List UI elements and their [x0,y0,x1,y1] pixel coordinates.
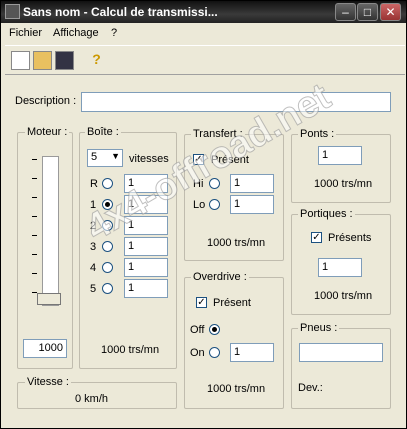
boite-result: 1000 trs/mn [101,344,160,356]
ponts-group [291,134,391,203]
portiques-result: 1000 trs/mn [314,290,373,302]
boite-label: Boîte : [85,126,121,138]
overdrive-off-radio[interactable] [209,324,220,335]
overdrive-result: 1000 trs/mn [207,383,266,395]
overdrive-label: Overdrive : [191,271,249,283]
pneus-label: Pneus : [298,322,340,334]
app-icon [5,4,20,19]
transfert-present-label: Présent [211,154,249,166]
gear-label-3: 3 [90,241,97,253]
close-button[interactable]: ✕ [380,3,401,21]
title-bar[interactable]: Sans nom - Calcul de transmissi... – □ ✕ [1,1,406,23]
description-input[interactable] [81,92,391,112]
transfert-hi-input[interactable]: 1 [230,174,274,193]
gear-radio-2[interactable] [102,220,113,231]
new-file-icon[interactable] [11,51,30,70]
gear-input-3[interactable]: 1 [124,237,168,256]
ponts-result: 1000 trs/mn [314,178,373,190]
maximize-button[interactable]: □ [357,3,378,21]
menu-fichier[interactable]: Fichier [9,27,42,39]
overdrive-on-label: On [190,347,205,359]
vitesse-value: 0 km/h [75,393,109,405]
portiques-present-checkbox[interactable]: ✓ [311,232,322,243]
gear-radio-4[interactable] [102,262,113,273]
gear-radio-5[interactable] [102,283,113,294]
chevron-down-icon: ▼ [111,151,120,161]
gear-label-r: R [90,178,98,190]
pneus-group [291,328,391,409]
gear-input-1[interactable]: 1 [124,195,168,214]
overdrive-present-label: Présent [213,297,251,309]
menu-affichage[interactable]: Affichage [53,27,99,39]
portiques-input[interactable]: 1 [318,258,362,277]
transfert-label: Transfert : [191,128,245,140]
transfert-hi-radio[interactable] [209,178,220,189]
overdrive-on-input[interactable]: 1 [230,343,274,362]
gear-input-2[interactable]: 1 [124,216,168,235]
open-folder-icon[interactable] [33,51,52,70]
vitesses-value: 5 [91,151,98,163]
menu-bar: Fichier Affichage ? [1,23,406,43]
pneus-dev-label: Dev.: [298,382,323,394]
ponts-label: Ponts : [298,128,337,140]
moteur-slider-thumb[interactable] [37,293,61,305]
window-title: Sans nom - Calcul de transmissi... [23,5,218,19]
vitesses-label: vitesses [129,153,169,165]
gear-input-4[interactable]: 1 [124,258,168,277]
slider-ticks [32,159,37,309]
overdrive-present-checkbox[interactable]: ✓ [196,297,207,308]
transfert-present-checkbox[interactable]: ✓ [193,154,204,165]
vitesses-select[interactable]: 5 ▼ [87,149,123,167]
gear-input-5[interactable]: 1 [124,279,168,298]
gear-radio-1[interactable] [102,199,113,210]
moteur-input[interactable]: 1000 [23,339,67,358]
minimize-button[interactable]: – [335,3,356,21]
description-label: Description : [15,95,77,107]
pneus-input[interactable] [299,343,383,362]
gear-label-5: 5 [90,283,97,295]
gear-label-4: 4 [90,262,97,274]
transfert-lo-input[interactable]: 1 [230,195,274,214]
transfert-result: 1000 trs/mn [207,237,266,249]
vitesse-label: Vitesse : [25,376,71,388]
moteur-slider-track[interactable] [42,156,59,306]
gear-radio-r[interactable] [102,178,113,189]
transfert-lo-radio[interactable] [209,199,220,210]
moteur-label: Moteur : [25,126,70,138]
gear-label-1: 1 [90,199,97,211]
transfert-lo-label: Lo [193,199,206,211]
menu-help[interactable]: ? [111,27,117,39]
save-icon[interactable] [55,51,74,70]
app-window: Sans nom - Calcul de transmissi... – □ ✕… [0,0,407,429]
help-icon[interactable]: ? [87,51,106,70]
overdrive-off-label: Off [190,324,205,336]
gear-input-r[interactable]: 1 [124,174,168,193]
gear-radio-3[interactable] [102,241,113,252]
ponts-input[interactable]: 1 [318,146,362,165]
gear-label-2: 2 [90,220,97,232]
portiques-present-label: Présents [328,232,372,244]
overdrive-on-radio[interactable] [209,347,220,358]
portiques-label: Portiques : [298,208,355,220]
transfert-hi-label: Hi [193,178,204,190]
toolbar: ? [5,45,405,75]
